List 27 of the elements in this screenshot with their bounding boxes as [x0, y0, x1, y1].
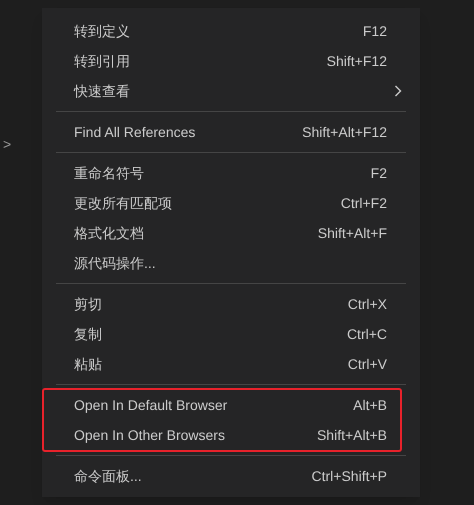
menu-item[interactable]: 转到引用 Shift+F12	[42, 46, 420, 76]
menu-item[interactable]: 剪切 Ctrl+X	[42, 289, 420, 319]
shortcut-label: Shift+Alt+B	[316, 426, 387, 444]
gutter-chevron: >	[3, 135, 12, 154]
menu-item[interactable]: 源代码操作...	[42, 248, 420, 278]
menu-item[interactable]: Open In Default Browser Alt+B	[44, 390, 400, 420]
menu-item[interactable]: 转到定义 F12	[42, 16, 420, 46]
menu-item[interactable]: 快速查看	[42, 76, 420, 106]
menu-item[interactable]: Find All References Shift+Alt+F12	[42, 117, 420, 147]
menu-item[interactable]: Open In Other Browsers Shift+Alt+B	[44, 420, 400, 450]
shortcut-label: Ctrl+V	[348, 354, 387, 374]
shortcut-label: Shift+F12	[326, 52, 387, 70]
menu-item[interactable]: 复制 Ctrl+C	[42, 319, 420, 349]
menu-item[interactable]: 重命名符号 F2	[42, 158, 420, 188]
shortcut-label: F2	[370, 164, 387, 182]
shortcut-label: Ctrl+C	[346, 324, 387, 344]
menu-item[interactable]: 格式化文档 Shift+Alt+F	[42, 218, 420, 248]
shortcut-label: Shift+Alt+F	[318, 224, 387, 242]
menu-item[interactable]: 命令面板... Ctrl+Shift+P	[42, 461, 420, 491]
shortcut-label: Alt+B	[353, 396, 387, 414]
shortcut-label: Ctrl+Shift+P	[312, 466, 387, 486]
shortcut-label: Ctrl+F2	[340, 194, 387, 212]
shortcut-label: F12	[362, 22, 387, 40]
shortcut-label: Shift+Alt+F12	[302, 122, 387, 142]
shortcut-label: Ctrl+X	[348, 294, 387, 314]
menu-item[interactable]: 更改所有匹配项 Ctrl+F2	[42, 188, 420, 218]
menu-item[interactable]: 粘贴 Ctrl+V	[42, 349, 420, 379]
